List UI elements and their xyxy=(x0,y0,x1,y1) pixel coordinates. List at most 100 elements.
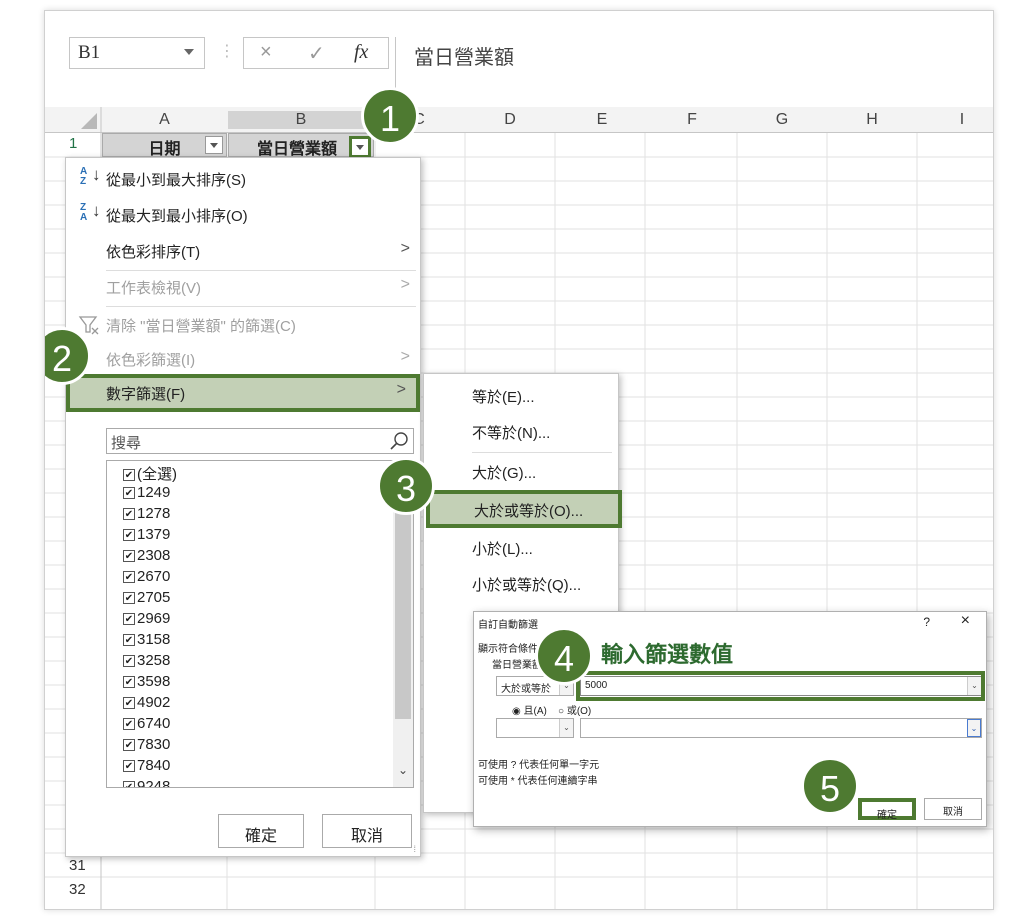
list-item-label: 2705 xyxy=(137,589,171,606)
submenu-equals[interactable]: 等於(E)... xyxy=(424,378,618,414)
submenu-greater-than[interactable]: 大於(G)... xyxy=(424,454,618,490)
operator-select-2[interactable]: ⌄ xyxy=(496,718,574,738)
filter-ok-button[interactable]: 確定 xyxy=(218,814,304,848)
checkbox-checked-icon[interactable]: ✔ xyxy=(123,760,135,772)
filter-search-placeholder: 搜尋 xyxy=(111,435,142,452)
row-header-32[interactable]: 32 xyxy=(45,881,101,898)
list-item[interactable]: ✔ 7830 xyxy=(123,736,170,757)
filter-search-input[interactable]: 搜尋 xyxy=(106,428,414,454)
step-badge-1: 1 xyxy=(361,87,419,145)
chevron-right-icon: > xyxy=(400,348,410,365)
menu-divider xyxy=(472,452,612,453)
hint-single-char: 可使用 ? 代表任何單一字元 xyxy=(478,760,600,771)
chevron-down-icon: ⌄ xyxy=(967,719,981,737)
chevron-down-icon[interactable]: ⌄ xyxy=(398,763,408,777)
excel-window: B1 ⋮ × ✓ fx 當日營業額 A B C D E F G H I 1 31… xyxy=(44,10,994,910)
or-radio[interactable]: ○ 或(O) xyxy=(558,702,591,717)
checkbox-checked-icon[interactable]: ✔ xyxy=(123,592,135,604)
list-item[interactable]: ✔ 2670 xyxy=(123,568,170,589)
number-filters-item[interactable]: 數字篩選(F) > xyxy=(66,374,420,412)
submenu-less-than[interactable]: 小於(L)... xyxy=(424,530,618,566)
search-icon xyxy=(390,432,408,450)
list-item-label: 1249 xyxy=(137,484,171,501)
filter-value-list: ✔ (全選) ✔ 1249 ✔ 1278 ✔ 1379 ✔ 2308 ✔ 2670 ✔ 270… xyxy=(106,460,414,788)
list-item[interactable]: ✔ 9248 xyxy=(123,778,170,787)
checkbox-checked-icon[interactable]: ✔ xyxy=(123,634,135,646)
checkbox-checked-icon[interactable]: ✔ xyxy=(123,718,135,730)
help-icon[interactable]: ? xyxy=(923,615,930,629)
sort-descending-label: 從最大到最小排序(O) xyxy=(106,208,248,225)
number-filters-label: 數字篩選(F) xyxy=(106,386,186,403)
checkbox-checked-icon[interactable]: ✔ xyxy=(123,487,135,499)
sheet-view-label: 工作表檢視(V) xyxy=(106,280,201,297)
list-item-label: 7840 xyxy=(137,757,171,774)
chevron-right-icon: > xyxy=(396,381,406,398)
checkbox-checked-icon[interactable]: ✔ xyxy=(123,571,135,583)
sheet-view-item[interactable]: 工作表檢視(V) > xyxy=(66,270,420,304)
autofilter-menu: A Z ↓ 從最小到最大排序(S) Z A ↓ 從最大到最小排序(O) 依色彩排序(T)… xyxy=(65,157,421,857)
checkbox-checked-icon[interactable]: ✔ xyxy=(123,781,135,787)
resize-grip-icon[interactable]: ⁞ xyxy=(413,844,416,854)
list-item-label: 1278 xyxy=(137,505,171,522)
checkbox-checked-icon[interactable]: ✔ xyxy=(123,697,135,709)
checkbox-checked-icon[interactable]: ✔ xyxy=(123,739,135,751)
dialog-ok-button[interactable]: 確定 xyxy=(858,798,916,821)
row-header-1[interactable]: 1 xyxy=(45,135,101,152)
step-badge-3: 3 xyxy=(377,457,435,515)
checkbox-checked-icon[interactable]: ✔ xyxy=(123,529,135,541)
list-item[interactable]: ✔ 2969 xyxy=(123,610,170,631)
checkbox-checked-icon[interactable]: ✔ xyxy=(123,550,135,562)
sort-by-color-item[interactable]: 依色彩排序(T) > xyxy=(66,234,420,268)
operator-select-1-value: 大於或等於 xyxy=(501,684,551,695)
list-item-label: (全選) xyxy=(137,466,177,483)
submenu-greater-or-equal[interactable]: 大於或等於(O)... xyxy=(426,490,622,528)
list-item[interactable]: ✔ 7840 xyxy=(123,757,170,778)
list-item[interactable]: ✔ 4902 xyxy=(123,694,170,715)
checkbox-checked-icon[interactable]: ✔ xyxy=(123,676,135,688)
list-item[interactable]: ✔ 2705 xyxy=(123,589,170,610)
submenu-not-equals[interactable]: 不等於(N)... xyxy=(424,414,618,450)
list-item-label: 3598 xyxy=(137,673,171,690)
dialog-cancel-button[interactable]: 取消 xyxy=(924,798,982,820)
chevron-down-icon: ⌄ xyxy=(559,719,573,737)
or-label: 或(O) xyxy=(566,706,592,717)
checkbox-checked-icon[interactable]: ✔ xyxy=(123,469,135,481)
list-item[interactable]: ✔ 3258 xyxy=(123,652,170,673)
sort-descending-item[interactable]: Z A ↓ 從最大到最小排序(O) xyxy=(66,198,420,232)
filter-by-color-item[interactable]: 依色彩篩選(I) > xyxy=(66,342,420,376)
close-icon[interactable]: × xyxy=(961,612,970,630)
list-item-label: 2969 xyxy=(137,610,171,627)
row-header-31[interactable]: 31 xyxy=(45,857,101,874)
menu-divider xyxy=(106,306,416,307)
step-badge-4: 4 xyxy=(535,627,593,685)
and-radio[interactable]: ◉ 且(A) xyxy=(512,702,547,717)
value-input-2[interactable]: ⌄ xyxy=(580,718,982,738)
list-item[interactable]: ✔ 2308 xyxy=(123,547,170,568)
filter-cancel-button[interactable]: 取消 xyxy=(322,814,412,848)
list-item-label: 4902 xyxy=(137,694,171,711)
filter-dropdown-b-icon[interactable] xyxy=(349,136,371,158)
sort-descending-icon: Z A ↓ xyxy=(80,201,101,223)
checkbox-checked-icon[interactable]: ✔ xyxy=(123,613,135,625)
list-item[interactable]: ✔ 1278 xyxy=(123,505,170,526)
list-item[interactable]: ✔ 1249 xyxy=(123,484,170,505)
scrollbar-thumb[interactable] xyxy=(395,491,411,719)
list-item[interactable]: ✔ (全選) xyxy=(123,463,177,484)
sort-ascending-icon: A Z ↓ xyxy=(80,165,101,187)
list-item[interactable]: ✔ 3158 xyxy=(123,631,170,652)
cell-b1-text: 當日營業額 xyxy=(257,141,338,158)
list-item-label: 6740 xyxy=(137,715,171,732)
checkbox-checked-icon[interactable]: ✔ xyxy=(123,508,135,520)
list-item-label: 1379 xyxy=(137,526,171,543)
submenu-less-or-equal[interactable]: 小於或等於(Q)... xyxy=(424,566,618,602)
step-badge-5: 5 xyxy=(801,757,859,815)
list-item[interactable]: ✔ 1379 xyxy=(123,526,170,547)
list-item[interactable]: ✔ 3598 xyxy=(123,673,170,694)
filter-dropdown-a-icon[interactable] xyxy=(205,136,223,154)
list-item[interactable]: ✔ 6740 xyxy=(123,715,170,736)
sort-ascending-item[interactable]: A Z ↓ 從最小到最大排序(S) xyxy=(66,162,420,196)
clear-filter-item[interactable]: 清除 "當日營業額" 的篩選(C) xyxy=(66,308,420,342)
list-item-label: 2308 xyxy=(137,547,171,564)
checkbox-checked-icon[interactable]: ✔ xyxy=(123,655,135,667)
sort-ascending-label: 從最小到最大排序(S) xyxy=(106,172,246,189)
